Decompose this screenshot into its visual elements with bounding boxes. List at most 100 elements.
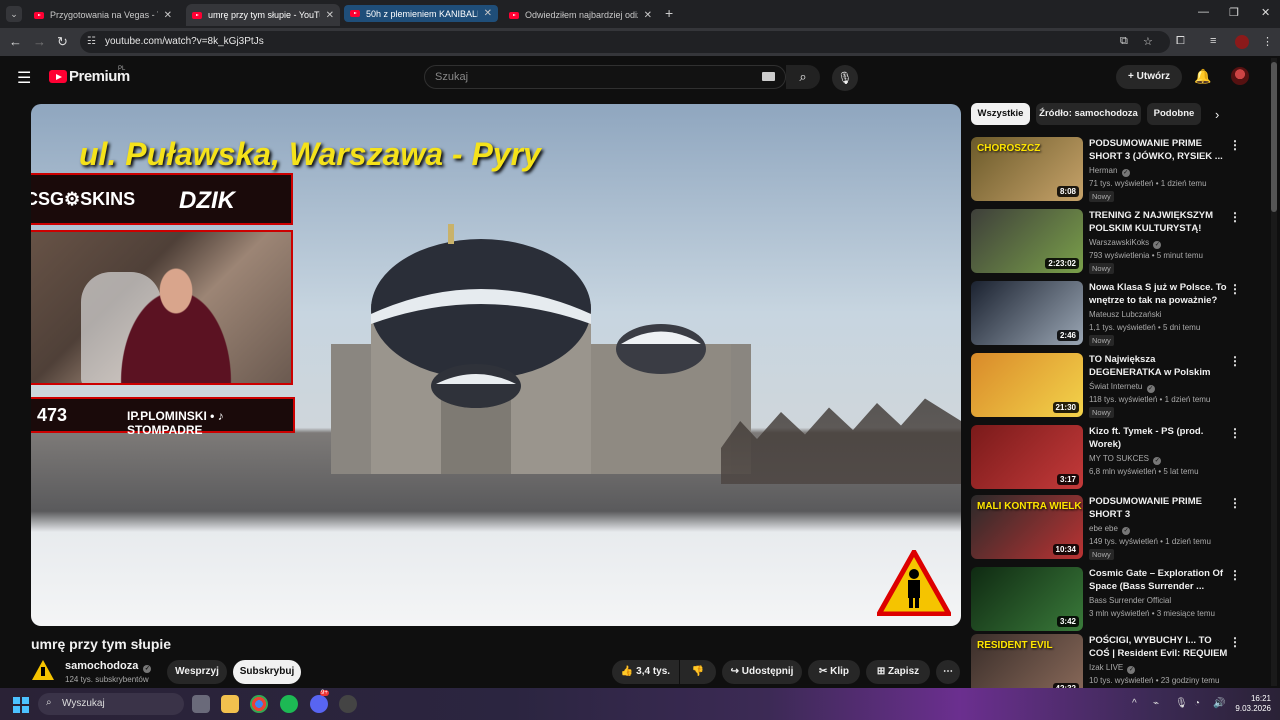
- recommendation-channel[interactable]: Świat Internetu ✓: [1089, 382, 1155, 393]
- browser-profile-avatar[interactable]: [1235, 35, 1249, 49]
- video-thumbnail[interactable]: 3:42: [971, 567, 1083, 631]
- more-vertical-icon[interactable]: ⋮: [1229, 210, 1241, 224]
- browser-menu-icon[interactable]: ⋮: [1262, 35, 1273, 48]
- voice-search-button[interactable]: 🎙: [832, 65, 858, 91]
- video-thumbnail[interactable]: 2:46: [971, 281, 1083, 345]
- more-vertical-icon[interactable]: ⋮: [1229, 496, 1241, 510]
- more-vertical-icon[interactable]: ⋮: [1229, 282, 1241, 296]
- more-actions-button[interactable]: ⋯: [936, 660, 960, 684]
- chrome-icon[interactable]: [250, 695, 268, 713]
- task-view-icon[interactable]: [192, 695, 210, 713]
- tab-search-icon[interactable]: ⌄: [6, 6, 22, 22]
- obs-icon[interactable]: [339, 695, 357, 713]
- recommendation-channel[interactable]: MY TO SUKCES ✓: [1089, 454, 1162, 465]
- taskbar-clock[interactable]: 16:21 9.03.2026: [1231, 694, 1271, 714]
- save-button[interactable]: ⊞ Zapisz: [866, 660, 930, 684]
- minimize-icon[interactable]: —: [1198, 6, 1209, 18]
- video-thumbnail[interactable]: 21:30: [971, 353, 1083, 417]
- site-info-icon[interactable]: ☷: [87, 36, 96, 47]
- forward-icon[interactable]: →: [33, 34, 46, 49]
- recommendation-channel[interactable]: Mateusz Lubczański: [1089, 310, 1161, 319]
- microphone-tray-icon[interactable]: 🎙: [1175, 698, 1188, 709]
- recommendation-item[interactable]: 2:23:02 TRENING Z NAJWIĘKSZYM POLSKIM KUL…: [971, 209, 1251, 274]
- file-explorer-icon[interactable]: [221, 695, 239, 713]
- media-control-icon[interactable]: ≡: [1210, 35, 1216, 47]
- recommendation-item[interactable]: CHOROSZCZ 8:08 PODSUMOWANIE PRIME SHORT 3 …: [971, 137, 1251, 202]
- search-button[interactable]: ⌕: [786, 65, 820, 89]
- video-thumbnail[interactable]: CHOROSZCZ 8:08: [971, 137, 1083, 201]
- extensions-icon[interactable]: ⧠: [1176, 35, 1185, 48]
- wifi-icon[interactable]: ◔: [1194, 698, 1200, 709]
- close-tab-icon[interactable]: ✕: [164, 10, 172, 21]
- recommendation-channel[interactable]: ebe ebe ✓: [1089, 524, 1131, 535]
- recommendation-title[interactable]: PODSUMOWANIE PRIME SHORT 3: [1089, 495, 1229, 521]
- recommendation-item[interactable]: 2:46 Nowa Klasa S już w Polsce. To wnętrz…: [971, 281, 1251, 346]
- recommendation-title[interactable]: Cosmic Gate – Exploration Of Space (Bass…: [1089, 567, 1229, 593]
- url-text[interactable]: youtube.com/watch?v=8k_kGj3PtJs: [105, 36, 264, 47]
- search-input[interactable]: Szukaj: [424, 65, 786, 89]
- close-window-icon[interactable]: ✕: [1261, 6, 1270, 19]
- volume-icon[interactable]: 🔊: [1213, 698, 1225, 709]
- recommendation-title[interactable]: Nowa Klasa S już w Polsce. To wnętrze to…: [1089, 281, 1229, 307]
- taskbar-search-input[interactable]: ⌕ Wyszukaj: [38, 693, 184, 715]
- back-icon[interactable]: ←: [9, 34, 22, 49]
- channel-name[interactable]: samochodoza ✓: [65, 660, 152, 673]
- keyboard-icon[interactable]: [762, 72, 775, 81]
- like-button[interactable]: 👍 3,4 tys.: [612, 660, 679, 684]
- close-tab-icon[interactable]: ✕: [326, 10, 334, 21]
- more-vertical-icon[interactable]: ⋮: [1229, 635, 1241, 649]
- bookmark-star-icon[interactable]: ☆: [1143, 35, 1153, 48]
- more-vertical-icon[interactable]: ⋮: [1229, 138, 1241, 152]
- clip-button[interactable]: ✂ Klip: [808, 660, 860, 684]
- dislike-button[interactable]: 👎: [680, 660, 716, 684]
- video-thumbnail[interactable]: MALI KONTRA WIELK 10:34: [971, 495, 1083, 559]
- restore-icon[interactable]: ❐: [1229, 6, 1239, 19]
- recommendation-channel[interactable]: Herman ✓: [1089, 166, 1130, 177]
- discord-icon[interactable]: 9+: [310, 690, 329, 713]
- hamburger-menu-icon[interactable]: ☰: [17, 68, 31, 88]
- chip-related[interactable]: Podobne: [1147, 103, 1201, 125]
- recommendation-item[interactable]: 21:30 TO Największa DEGENERATKA w Polskim…: [971, 353, 1251, 418]
- network-icon[interactable]: ⌁: [1153, 698, 1159, 709]
- recommendation-title[interactable]: Kizo ft. Tymek - PS (prod. Worek): [1089, 425, 1229, 451]
- browser-tab-active[interactable]: umrę przy tym słupie - YouTub ✕: [186, 4, 340, 26]
- video-thumbnail[interactable]: 3:17: [971, 425, 1083, 489]
- browser-tab[interactable]: Odwiedziłem najbardziej odizo ✕: [503, 4, 658, 26]
- notifications-bell-icon[interactable]: 🔔: [1194, 68, 1211, 85]
- address-bar[interactable]: ☷ youtube.com/watch?v=8k_kGj3PtJs ⧉ ☆: [80, 31, 1170, 53]
- support-button[interactable]: Wesprzyj: [167, 660, 227, 684]
- chip-from-channel[interactable]: Źródło: samochodoza: [1036, 103, 1141, 125]
- recommendation-channel[interactable]: Izak LIVE ✓: [1089, 663, 1136, 674]
- more-vertical-icon[interactable]: ⋮: [1229, 426, 1241, 440]
- scrollbar-thumb[interactable]: [1271, 62, 1277, 212]
- recommendation-title[interactable]: POŚCIGI, WYBUCHY I... TO COŚ | Resident …: [1089, 634, 1229, 660]
- recommendation-item[interactable]: 3:42 Cosmic Gate – Exploration Of Space (…: [971, 567, 1251, 631]
- close-tab-icon[interactable]: ✕: [644, 10, 652, 21]
- recommendation-title[interactable]: TRENING Z NAJWIĘKSZYM POLSKIM KULTURYSTĄ…: [1089, 209, 1229, 235]
- more-vertical-icon[interactable]: ⋮: [1229, 354, 1241, 368]
- reload-icon[interactable]: ↻: [57, 34, 68, 50]
- close-tab-icon[interactable]: ✕: [484, 8, 492, 19]
- youtube-logo-icon[interactable]: [49, 70, 67, 83]
- channel-avatar[interactable]: [31, 658, 55, 682]
- chip-all[interactable]: Wszystkie: [971, 103, 1030, 125]
- subscribe-button[interactable]: Subskrybuj: [233, 660, 301, 684]
- recommendation-item[interactable]: 3:17 Kizo ft. Tymek - PS (prod. Worek) MY …: [971, 425, 1251, 489]
- cast-icon[interactable]: ⧉: [1120, 35, 1128, 48]
- new-tab-icon[interactable]: +: [665, 5, 673, 21]
- windows-start-icon[interactable]: [13, 697, 29, 713]
- create-button[interactable]: + Utwórz: [1116, 65, 1182, 89]
- user-avatar[interactable]: [1231, 67, 1249, 85]
- video-thumbnail[interactable]: 2:23:02: [971, 209, 1083, 273]
- spotify-icon[interactable]: [280, 695, 298, 713]
- recommendation-title[interactable]: PODSUMOWANIE PRIME SHORT 3 (JÓWKO, RYSIE…: [1089, 137, 1229, 163]
- recommendation-channel[interactable]: WarszawskiKoks ✓: [1089, 238, 1162, 249]
- page-scrollbar[interactable]: [1271, 58, 1277, 686]
- recommendation-channel[interactable]: Bass Surrender Official: [1089, 596, 1171, 605]
- share-button[interactable]: ↪ Udostępnij: [722, 660, 802, 684]
- more-vertical-icon[interactable]: ⋮: [1229, 568, 1241, 582]
- browser-tab[interactable]: Przygotowania na Vegas - YouT ✕: [28, 4, 178, 26]
- browser-tab[interactable]: 50h z plemieniem KANIBALI (P ✕: [344, 5, 498, 22]
- recommendation-item[interactable]: MALI KONTRA WIELK 10:34 PODSUMOWANIE PRIME…: [971, 495, 1251, 560]
- video-player[interactable]: ul. Puławska, Warszawa - Pyry CSG⚙SKINS …: [31, 104, 961, 626]
